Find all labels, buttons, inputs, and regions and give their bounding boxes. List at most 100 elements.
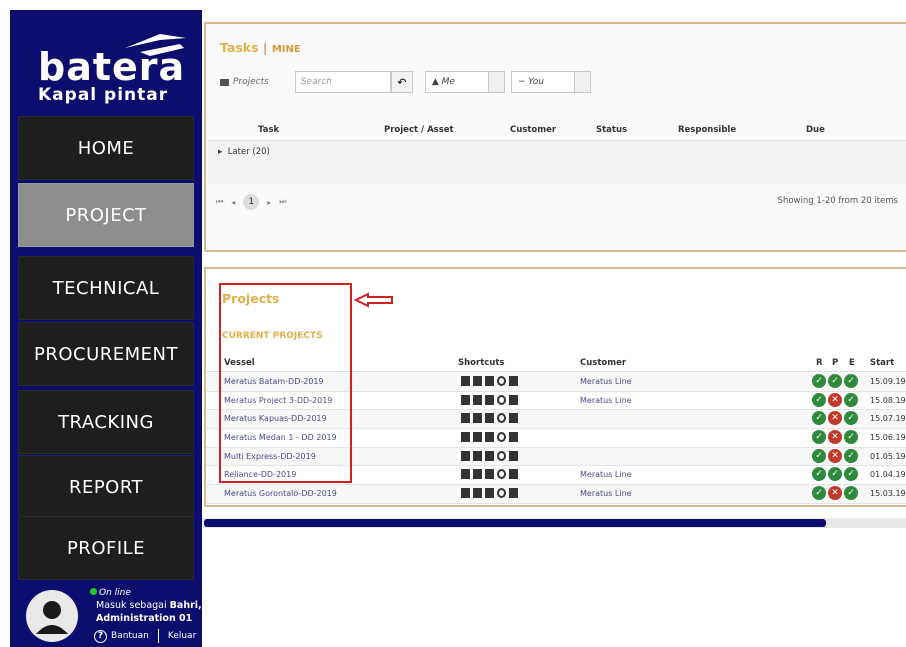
col-responsible[interactable]: Responsible [678,125,736,135]
nav-procurement[interactable]: PROCUREMENT [18,322,194,386]
list-icon[interactable] [473,376,482,386]
projects-filter-label[interactable]: Projects [220,77,269,87]
doc-icon[interactable] [461,488,470,499]
chevron-down-icon [573,72,590,92]
check-icon[interactable] [497,469,506,480]
col-shortcuts: Shortcuts [458,358,505,368]
menu-icon[interactable] [509,376,518,386]
col-task[interactable]: Task [258,125,279,135]
tasks-title-suffix: MINE [271,44,301,55]
list-icon[interactable] [473,394,482,405]
list-icon[interactable] [473,488,482,499]
nav-home[interactable]: HOME [18,116,194,180]
next-page-icon[interactable]: ▸ [267,198,271,207]
page-number[interactable]: 1 [243,194,260,210]
list-icon[interactable] [473,469,482,480]
status-check-icon: ✓ [812,411,826,426]
shortcut-icons [461,488,518,499]
highlight-box [219,283,352,483]
check-icon[interactable] [497,450,506,461]
help-link[interactable]: Bantuan [111,631,149,641]
shortcut-icons [461,450,518,461]
col-customer[interactable]: Customer [510,125,556,135]
rpe-status: ✓ ✕ ✓ [812,486,858,501]
customer-cell: Meratus Line [580,377,632,386]
status-cross-icon: ✕ [828,448,842,463]
check-icon[interactable] [497,413,506,424]
nav-report[interactable]: REPORT [18,455,194,519]
nav-project[interactable]: PROJECT [18,183,194,247]
menu-icon[interactable] [509,413,518,424]
menu-icon[interactable] [509,488,518,499]
scrollbar-thumb[interactable] [204,519,826,527]
doc-icon[interactable] [461,469,470,480]
file-icon[interactable] [485,376,494,386]
col-start[interactable]: Start [870,358,894,368]
table-row[interactable]: Meratus Gorontalo-DD-2019 Meratus Line ✓ ✕ ✓… [206,485,906,504]
menu-icon[interactable] [509,432,518,443]
doc-icon[interactable] [461,394,470,405]
filter-you-select[interactable]: ∽ You [510,71,591,93]
start-date: 15.08.19 [870,395,906,405]
nav-technical[interactable]: TECHNICAL [18,256,194,320]
user-name: Bahri, [169,600,202,611]
last-page-icon[interactable]: ⏭ [279,197,286,207]
brand-tagline: Kapal pintar [38,85,169,105]
vessel-link[interactable]: Meratus Gorontalo-DD-2019 [224,489,337,498]
nav-tracking[interactable]: TRACKING [18,390,194,454]
user-links: ? Bantuan Keluar [94,629,196,643]
check-icon[interactable] [497,488,506,499]
expand-icon[interactable]: ▸ [218,147,222,157]
online-status-text: On line [99,588,131,598]
list-icon[interactable] [473,413,482,424]
list-icon[interactable] [473,450,482,461]
tasks-title: Tasks | MINE [220,40,301,55]
menu-icon[interactable] [509,469,518,480]
col-status[interactable]: Status [596,125,627,135]
start-date: 01.04.19 [870,470,906,480]
file-icon[interactable] [485,432,494,443]
status-cross-icon: ✕ [828,430,842,445]
reset-button[interactable]: ↶ [390,71,413,93]
col-e: E [849,358,855,368]
menu-icon[interactable] [509,394,518,405]
wave-icon: ∽ [517,77,526,87]
rpe-status: ✓ ✓ ✓ [812,467,858,482]
file-icon[interactable] [485,450,494,461]
first-page-icon[interactable]: ⏮ [216,197,223,207]
file-icon[interactable] [485,469,494,480]
prev-page-icon[interactable]: ◂ [231,198,235,207]
doc-icon[interactable] [461,413,470,424]
file-icon[interactable] [485,488,494,499]
rpe-status: ✓ ✓ ✓ [812,374,858,388]
search-input[interactable]: Search [294,71,391,93]
col-project-asset[interactable]: Project / Asset [384,125,454,135]
filter-me-select[interactable]: ▲ Me [424,71,505,93]
horizontal-scrollbar[interactable] [202,518,906,528]
check-icon[interactable] [497,394,506,405]
login-prefix: Masuk sebagai [96,600,170,611]
doc-icon[interactable] [461,376,470,386]
menu-icon[interactable] [509,450,518,461]
check-icon[interactable] [497,376,506,386]
brand-logo[interactable]: batera Kapal pintar [10,10,202,115]
rpe-status: ✓ ✕ ✓ [812,448,858,463]
logout-link[interactable]: Keluar [168,631,196,641]
check-icon[interactable] [497,432,506,443]
doc-icon[interactable] [461,450,470,461]
col-customer[interactable]: Customer [580,358,626,368]
doc-icon[interactable] [461,432,470,443]
list-icon[interactable] [473,432,482,443]
title-divider: | [262,40,268,55]
file-icon[interactable] [485,394,494,405]
nav-profile[interactable]: PROFILE [18,516,194,580]
filter-you-text: You [528,77,544,87]
avatar[interactable] [26,590,78,642]
list-icon [220,78,229,86]
group-row-later[interactable]: ▸ Later (20) [218,147,270,157]
customer-cell: Meratus Line [580,395,632,405]
col-due[interactable]: Due [806,125,825,135]
shortcut-icons [461,413,518,424]
file-icon[interactable] [485,413,494,424]
help-icon[interactable]: ? [94,629,107,643]
